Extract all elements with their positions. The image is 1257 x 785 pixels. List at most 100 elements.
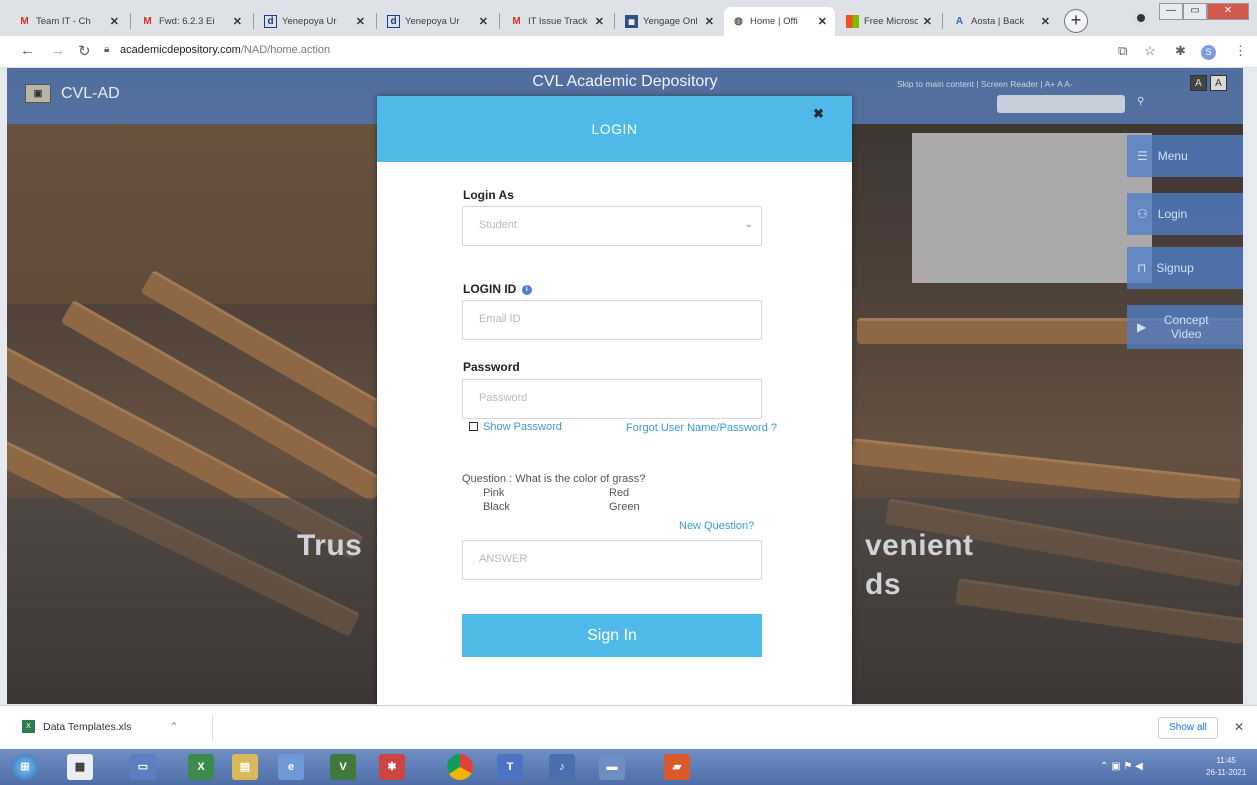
- start-button-icon[interactable]: ⊞: [12, 754, 38, 780]
- d-icon: d: [264, 15, 277, 28]
- dark-contrast-button[interactable]: A: [1190, 75, 1207, 91]
- close-icon[interactable]: ✕: [1234, 720, 1244, 734]
- close-icon[interactable]: ✕: [818, 15, 827, 28]
- forward-icon[interactable]: →: [50, 42, 65, 59]
- download-shelf: X Data Templates.xls ⌃ Show all ✕: [0, 705, 1257, 749]
- vs-code-icon[interactable]: V: [330, 754, 356, 780]
- translate-icon[interactable]: ⧉: [1118, 43, 1127, 59]
- play-icon: ▶: [1137, 320, 1147, 334]
- light-contrast-button[interactable]: A: [1210, 75, 1227, 91]
- download-item[interactable]: X Data Templates.xls ⌃: [22, 720, 178, 733]
- extension-icon[interactable]: [1133, 10, 1149, 26]
- d-icon: d: [387, 15, 400, 28]
- close-icon[interactable]: ✕: [110, 15, 119, 28]
- browser-tab-strip: M Team IT - Ch ✕ M Fwd: 6.2.3 Ei ✕ d Yenepoya…: [0, 0, 1257, 36]
- show-password-checkbox[interactable]: [469, 422, 478, 431]
- close-icon[interactable]: ✕: [705, 15, 714, 28]
- internet-explorer-icon[interactable]: e: [278, 754, 304, 780]
- captcha-option: Pink: [483, 487, 505, 499]
- close-window-icon[interactable]: ✕: [1207, 3, 1249, 20]
- side-menu-button[interactable]: ☰ Menu: [1127, 135, 1243, 177]
- extensions-puzzle-icon[interactable]: ✱: [1175, 43, 1186, 59]
- calculator-icon[interactable]: ▦: [67, 754, 93, 780]
- tab-home-active[interactable]: ◍ Home | Offi ✕: [724, 7, 835, 36]
- close-icon[interactable]: ✕: [233, 15, 242, 28]
- header-search-input[interactable]: [997, 95, 1125, 113]
- forgot-credentials-link[interactable]: Forgot User Name/Password ?: [597, 421, 777, 435]
- teams-icon[interactable]: T: [497, 754, 523, 780]
- chevron-down-icon: ⌄: [744, 219, 753, 230]
- tab-yenepoya-2[interactable]: d Yenepoya Ur ✕: [379, 7, 496, 36]
- window-controls: — ▭ ✕: [1159, 3, 1249, 20]
- reload-icon[interactable]: ↻: [78, 42, 91, 60]
- app-icon[interactable]: ▭: [130, 754, 156, 780]
- new-tab-button[interactable]: +: [1064, 9, 1088, 33]
- new-question-link[interactable]: New Question?: [679, 520, 754, 532]
- show-all-button[interactable]: Show all: [1158, 717, 1218, 739]
- captcha-option: Green: [609, 501, 640, 513]
- aosta-icon: A: [955, 16, 964, 27]
- chevron-up-icon[interactable]: ⌃: [170, 721, 179, 733]
- password-input[interactable]: Password: [462, 379, 762, 419]
- side-signup-button[interactable]: ⊓ Signup: [1127, 247, 1243, 289]
- hero-text-left: Trus: [297, 529, 363, 562]
- app-icon[interactable]: ▰: [664, 754, 690, 780]
- close-icon[interactable]: ✕: [1041, 15, 1050, 28]
- excel-icon[interactable]: X: [188, 754, 214, 780]
- login-as-select[interactable]: Student ⌄: [462, 206, 762, 246]
- microsoft-icon: [846, 15, 859, 28]
- side-concept-video-button[interactable]: ▶ Concept Video: [1127, 305, 1243, 349]
- side-login-button[interactable]: ⚇ Login: [1127, 193, 1243, 235]
- gmail-icon: M: [512, 16, 521, 27]
- close-icon[interactable]: ✖: [813, 106, 824, 122]
- maximize-icon[interactable]: ▭: [1183, 3, 1207, 20]
- lock-icon: ⊓: [1137, 261, 1147, 275]
- globe-icon: ◍: [734, 16, 743, 27]
- minimize-icon[interactable]: —: [1159, 3, 1183, 20]
- address-bar: ← → ↻ 🔒︎ academicdepository.com/NAD/home…: [0, 36, 1257, 68]
- show-password-label[interactable]: Show Password: [483, 421, 562, 433]
- tab-yenepoya-1[interactable]: d Yenepoya Ur ✕: [256, 7, 373, 36]
- tab-free-microsoft[interactable]: Free Microso ✕: [838, 7, 940, 36]
- lock-icon: 🔒︎: [104, 44, 110, 55]
- password-label: Password: [463, 360, 520, 374]
- close-icon[interactable]: ✕: [479, 15, 488, 28]
- app-icon[interactable]: ✱: [379, 754, 405, 780]
- info-icon[interactable]: i: [521, 284, 532, 295]
- hero-text-right-1: venient: [865, 529, 974, 562]
- app-icon[interactable]: ♪: [549, 754, 575, 780]
- sign-in-button[interactable]: Sign In: [462, 614, 762, 657]
- close-icon[interactable]: ✕: [923, 15, 932, 28]
- app-icon[interactable]: ▬: [599, 754, 625, 780]
- captcha-option: Red: [609, 487, 630, 499]
- hamburger-icon: ☰: [1137, 149, 1148, 163]
- chrome-icon[interactable]: [447, 754, 473, 780]
- file-explorer-icon[interactable]: ▤: [232, 754, 258, 780]
- login-as-label: Login As: [463, 188, 514, 202]
- tab-aosta[interactable]: A Aosta | Back ✕: [945, 7, 1058, 36]
- close-icon[interactable]: ✕: [595, 15, 604, 28]
- captcha-question: Question : What is the color of grass?: [462, 473, 646, 485]
- profile-avatar[interactable]: S: [1201, 45, 1216, 60]
- tab-yengage[interactable]: ▦ Yengage Onl ✕: [617, 7, 722, 36]
- login-id-label: LOGIN ID i: [463, 282, 532, 296]
- gmail-icon: M: [20, 16, 29, 27]
- gmail-icon: M: [143, 16, 152, 27]
- back-icon[interactable]: ←: [20, 42, 35, 59]
- tab-it-issue[interactable]: M IT Issue Track ✕: [502, 7, 612, 36]
- tab-team-it[interactable]: M Team IT - Ch ✕: [10, 7, 127, 36]
- accessibility-links[interactable]: Skip to main content | Screen Reader | A…: [897, 79, 1073, 89]
- star-icon[interactable]: ☆: [1144, 43, 1156, 59]
- login-modal: LOGIN ✖ Login As Student ⌄ LOGIN ID i Em…: [377, 96, 852, 705]
- tab-fwd[interactable]: M Fwd: 6.2.3 Ei ✕: [133, 7, 250, 36]
- search-icon[interactable]: ⚲: [1137, 96, 1144, 107]
- taskbar-clock[interactable]: 11:45 26-11-2021: [1206, 755, 1246, 779]
- close-icon[interactable]: ✕: [356, 15, 365, 28]
- answer-input[interactable]: ANSWER: [462, 540, 762, 580]
- login-id-input[interactable]: Email ID: [462, 300, 762, 340]
- more-menu-icon[interactable]: ⋮: [1234, 43, 1247, 59]
- excel-file-icon: X: [22, 720, 35, 733]
- windows-taskbar: ⊞ ▦ ▭ X ▤ e V ✱ T ♪ ▬ ▰ ⌃ ▣ ⚑ ◀ 11:45 26…: [0, 749, 1257, 785]
- system-tray-icons[interactable]: ⌃ ▣ ⚑ ◀: [1100, 761, 1143, 772]
- url-field[interactable]: academicdepository.com/NAD/home.action: [120, 44, 330, 56]
